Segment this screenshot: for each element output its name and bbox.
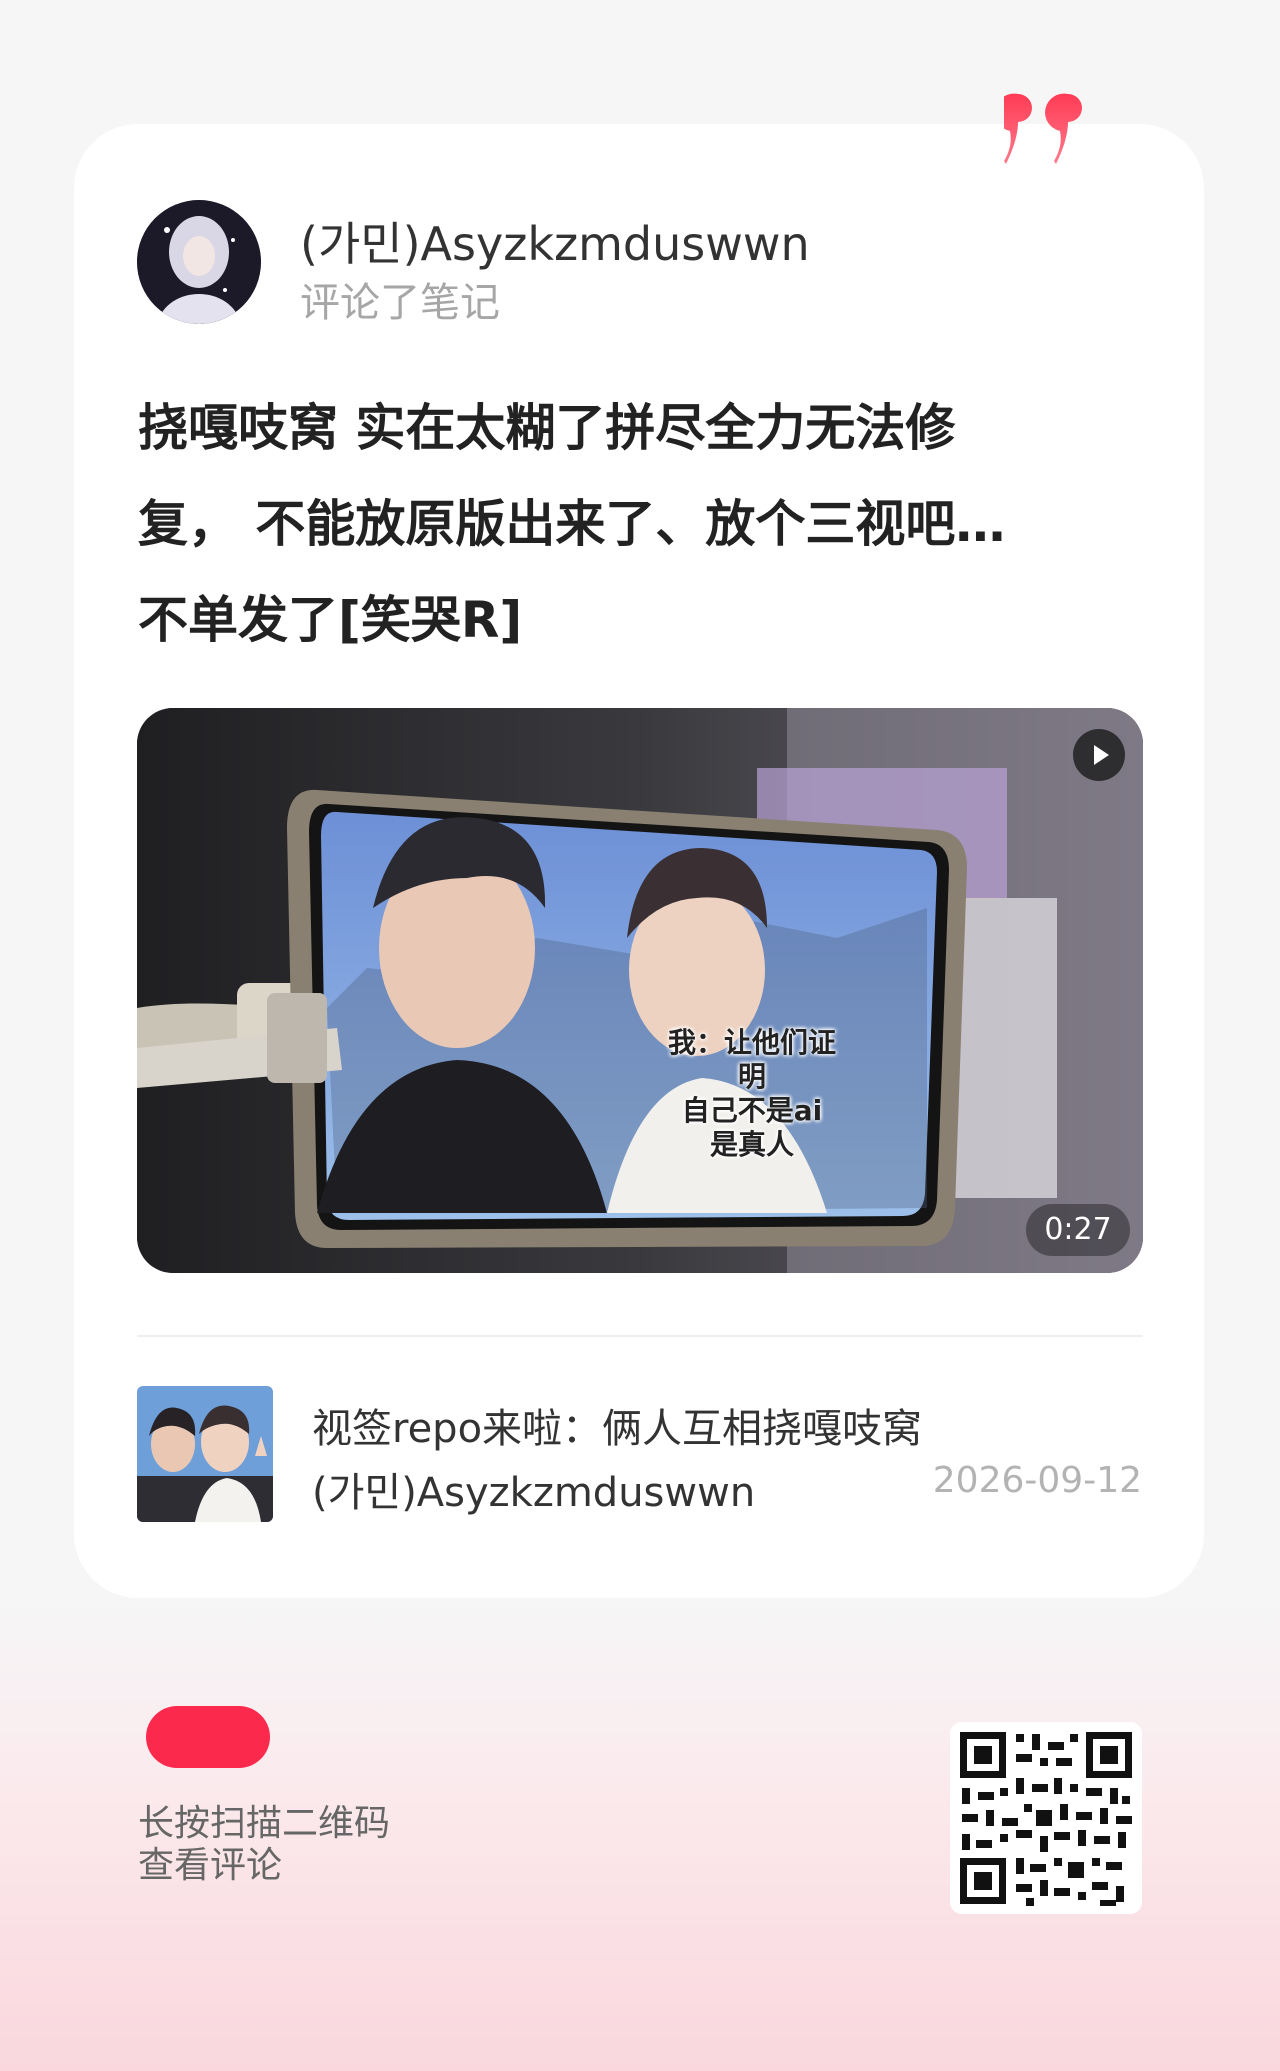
note-title[interactable]: 视签repo来啦：俩人互相挠嘎吱窝 [312,1396,922,1454]
qr-code[interactable] [950,1722,1142,1914]
comment-action-label: 评论了笔记 [300,280,500,326]
video-caption-line: 是真人 [709,1128,794,1161]
video-caption: 我：让他们证明 自己不是ai 是真人 [657,1026,847,1162]
note-author[interactable]: (가민)Asyzkzmduswwn [312,1460,755,1518]
brand-logo [146,1706,270,1768]
note-thumbnail-image [137,1386,273,1522]
play-icon [1094,745,1109,765]
avatar-image [137,200,261,324]
avatar[interactable] [137,200,261,324]
video-player[interactable]: 我：让他们证明 自己不是ai 是真人 [137,708,1143,1273]
note-thumbnail[interactable] [137,1386,273,1522]
divider [137,1335,1143,1337]
username[interactable]: (가민)Asyzkzmduswwn [300,208,810,274]
note-date: 2026-09-12 [932,1460,1142,1501]
scan-hint-line: 长按扫描二维码 [138,1803,391,1844]
qr-code-image [950,1722,1142,1914]
play-button[interactable] [1073,729,1125,781]
video-caption-line: 我：让他们证明 [667,1026,836,1093]
comment-line: 复， 不能放原版出来了、放个三视吧… [138,495,1006,553]
video-frame [137,708,1143,1273]
comment-content: 挠嘎吱窝 实在太糊了拼尽全力无法修 复， 不能放原版出来了、放个三视吧… 不单发… [138,380,1128,668]
comment-line: 挠嘎吱窝 实在太糊了拼尽全力无法修 [138,399,956,457]
comment-line: 不单发了[笑哭R] [138,591,523,649]
video-caption-line: 自己不是ai [681,1094,823,1127]
quote-mark-icon [1004,93,1082,164]
scan-hint: 长按扫描二维码 查看评论 [138,1803,390,1887]
video-duration: 0:27 [1026,1204,1130,1256]
scan-hint-line: 查看评论 [138,1845,283,1886]
